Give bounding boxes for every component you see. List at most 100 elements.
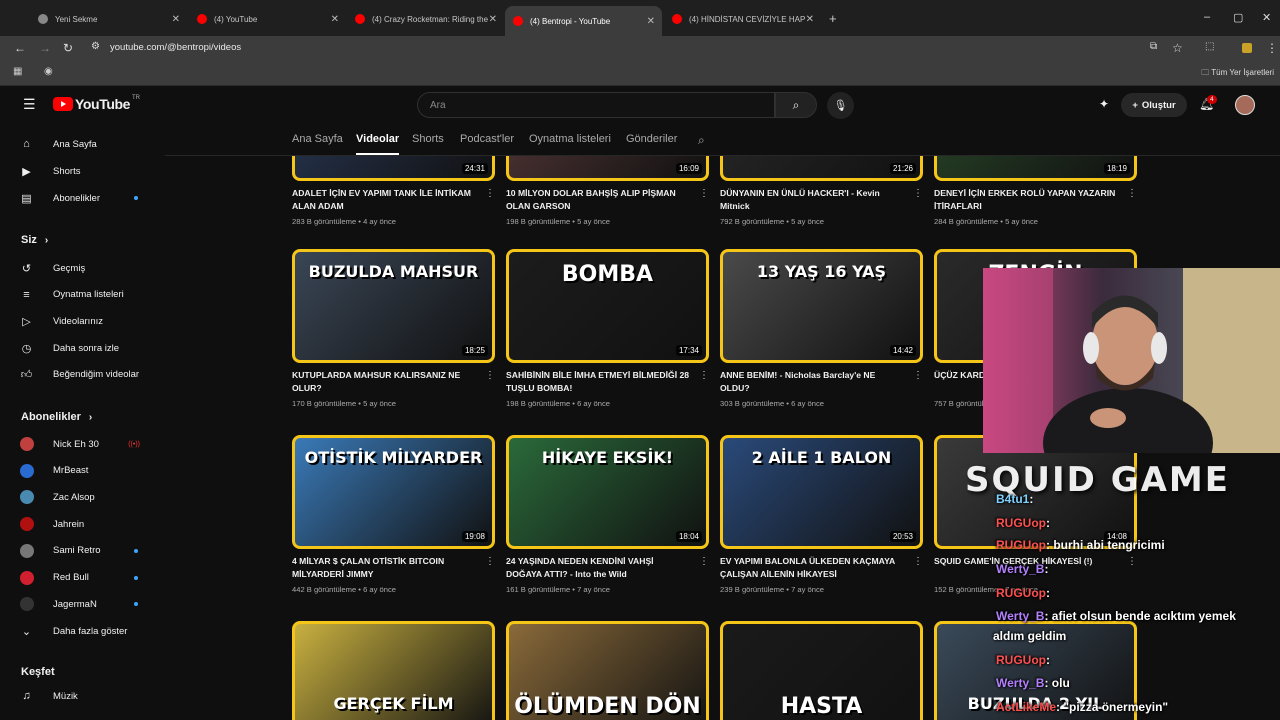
more-options-icon[interactable]: ⋮ [913, 556, 923, 567]
more-options-icon[interactable]: ⋮ [485, 556, 495, 567]
apps-icon[interactable]: ▦ [13, 66, 22, 77]
sidebar-subscription[interactable]: Zac Alsop [20, 487, 150, 507]
browser-tab[interactable]: (4) YouTube ✕ [189, 8, 346, 30]
sidebar-subscription[interactable]: JagermaN [20, 594, 150, 614]
voice-search-button[interactable]: 🎙 [827, 92, 854, 119]
profile-icon[interactable] [1242, 43, 1252, 53]
video-title[interactable]: ANNE BENİM! - Nicholas Barclay'e NE OLDU… [720, 369, 905, 395]
video-thumbnail[interactable]: 18:19 [934, 156, 1137, 181]
minimize-icon[interactable]: – [1204, 11, 1210, 23]
tab-shorts[interactable]: Shorts [412, 133, 444, 145]
sidebar-subscription[interactable]: Nick Eh 30 ((•)) [20, 434, 150, 454]
sidebar-item-history[interactable]: ↺ Geçmiş [20, 258, 150, 278]
browser-tab[interactable]: (4) Crazy Rocketman: Riding the ✕ [347, 8, 504, 30]
video-title[interactable]: DÜNYANIN EN ÜNLÜ HACKER'I - Kevin Mitnic… [720, 187, 905, 213]
sidebar-item-music[interactable]: ♫ Müzik [20, 686, 150, 706]
site-info-icon[interactable]: ⚙ [91, 41, 100, 52]
more-options-icon[interactable]: ⋮ [699, 188, 709, 199]
video-thumbnail[interactable]: BOMBA 17:34 [506, 249, 709, 363]
section-you[interactable]: Siz › [21, 234, 48, 246]
search-button[interactable]: ⌕ [775, 92, 817, 118]
upload-age: 6 ay önce [577, 399, 610, 408]
browser-tab-bar: Yeni Sekme ✕ (4) YouTube ✕ (4) Crazy Rocketm… [0, 0, 1280, 38]
tab-title: (4) HİNDİSTAN CEVİZİYLE HAP [689, 14, 806, 24]
tab-g-nderiler[interactable]: Gönderiler [626, 133, 677, 145]
video-thumbnail[interactable]: 21:26 [720, 156, 923, 181]
bookmark-star-icon[interactable]: ☆ [1172, 41, 1183, 55]
section-subscriptions[interactable]: Abonelikler › [21, 411, 92, 423]
video-title[interactable]: EV YAPIMI BALONLA ÜLKEDEN KAÇMAYA ÇALIŞA… [720, 555, 905, 581]
video-thumbnail[interactable]: ÖLÜMDEN DÖN [506, 621, 709, 720]
close-icon[interactable]: ✕ [331, 14, 339, 25]
more-options-icon[interactable]: ⋮ [913, 370, 923, 381]
install-icon[interactable]: ⧉ [1150, 41, 1157, 52]
reload-icon[interactable]: ↻ [63, 41, 73, 55]
menu-icon[interactable]: ⋮ [1266, 41, 1278, 55]
sidebar-item-subscriptions[interactable]: ▤ Abonelikler [20, 188, 150, 208]
create-button[interactable]: + Oluştur [1121, 93, 1187, 117]
close-icon[interactable]: ✕ [647, 16, 655, 27]
tab-title: Yeni Sekme [55, 14, 98, 24]
video-title[interactable]: 24 YAŞINDA NEDEN KENDİNİ VAHŞİ DOĞAYA AT… [506, 555, 691, 581]
sidebar-item-shorts[interactable]: ▶ Shorts [20, 161, 150, 181]
sidebar-subscription[interactable]: Sami Retro [20, 541, 150, 561]
more-options-icon[interactable]: ⋮ [699, 370, 709, 381]
tab-ana-sayfa[interactable]: Ana Sayfa [292, 133, 343, 145]
more-options-icon[interactable]: ⋮ [485, 188, 495, 199]
tab-oynatma-listeleri[interactable]: Oynatma listeleri [529, 133, 611, 145]
video-thumbnail[interactable]: BUZULDA MAHSUR 18:25 [292, 249, 495, 363]
cast-icon[interactable]: ✦ [1099, 97, 1109, 111]
video-title[interactable]: DENEYİ İÇİN ERKEK ROLÜ YAPAN YAZARIN İTİ… [934, 187, 1119, 213]
more-options-icon[interactable]: ⋮ [913, 188, 923, 199]
sidebar-subscription[interactable]: MrBeast [20, 461, 150, 481]
show-more-button[interactable]: ⌄ Daha fazla göster [20, 621, 150, 641]
forward-icon[interactable]: → [39, 41, 51, 55]
video-title[interactable]: 10 MİLYON DOLAR BAHŞİŞ ALIP PİŞMAN OLAN … [506, 187, 691, 213]
sidebar-subscription[interactable]: Jahrein [20, 514, 150, 534]
hamburger-icon[interactable]: ☰ [23, 96, 36, 113]
video-title[interactable]: KUTUPLARDA MAHSUR KALIRSANIZ NE OLUR? [292, 369, 477, 395]
video-thumbnail[interactable]: 2 AİLE 1 BALON 20:53 [720, 435, 923, 549]
globe-icon[interactable]: ◉ [44, 66, 53, 77]
extensions-icon[interactable]: ⬚ [1205, 41, 1214, 52]
search-input[interactable]: Ara [417, 92, 775, 118]
close-icon[interactable]: ✕ [806, 14, 814, 25]
sidebar-item-watch-later[interactable]: ◷ Daha sonra izle [20, 338, 150, 358]
browser-tab[interactable]: Yeni Sekme ✕ [30, 8, 187, 30]
video-thumbnail[interactable]: 24:31 [292, 156, 495, 181]
new-tab-icon[interactable]: + [829, 11, 837, 26]
tab-podcast-ler[interactable]: Podcast'ler [460, 133, 514, 145]
avatar[interactable] [1235, 95, 1255, 115]
more-options-icon[interactable]: ⋮ [485, 370, 495, 381]
more-options-icon[interactable]: ⋮ [699, 556, 709, 567]
video-thumbnail[interactable]: HASTA [720, 621, 923, 720]
close-icon[interactable]: ✕ [172, 14, 180, 25]
video-title[interactable]: SAHİBİNİN BİLE İMHA ETMEYİ BİLMEDİĞİ 28 … [506, 369, 691, 395]
browser-tab[interactable]: (4) HİNDİSTAN CEVİZİYLE HAP ✕ [664, 8, 821, 30]
url-field[interactable]: youtube.com/@bentropi/videos [110, 42, 241, 53]
tab-videolar[interactable]: Videolar [356, 133, 400, 155]
sidebar-item-home[interactable]: ⌂ Ana Sayfa [20, 134, 150, 154]
close-icon[interactable]: ✕ [489, 14, 497, 25]
sidebar-item-like[interactable]: 👍︎ Beğendiğim videolar [20, 365, 150, 385]
channel-search-icon[interactable]: ⌕ [698, 133, 705, 148]
video-thumbnail[interactable]: 16:09 [506, 156, 709, 181]
more-options-icon[interactable]: ⋮ [1127, 188, 1137, 199]
video-thumbnail[interactable]: GERÇEK FİLM [292, 621, 495, 720]
video-thumbnail[interactable]: 13 YAŞ 16 YAŞ 14:42 [720, 249, 923, 363]
video-title[interactable]: ADALET İÇİN EV YAPIMI TANK İLE İNTİKAM A… [292, 187, 477, 213]
sidebar-item-playlist[interactable]: ≡ Oynatma listeleri [20, 285, 150, 305]
video-thumbnail[interactable]: OTİSTİK MİLYARDER 19:08 [292, 435, 495, 549]
chat-username: RUGUop [996, 538, 1046, 552]
all-bookmarks[interactable]: 🗀 Tüm Yer İşaretleri [1201, 67, 1274, 81]
maximize-icon[interactable]: ▢ [1233, 11, 1243, 24]
youtube-icon [355, 14, 365, 24]
browser-tab[interactable]: (4) Bentropi - YouTube ✕ [505, 6, 662, 36]
sidebar-item-your-videos[interactable]: ▷ Videolarınız [20, 311, 150, 331]
back-icon[interactable]: ← [14, 41, 26, 55]
sidebar-subscription[interactable]: Red Bull [20, 568, 150, 588]
youtube-logo[interactable]: YouTube TR [53, 95, 140, 112]
video-title[interactable]: 4 MİLYAR $ ÇALAN OTİSTİK BITCOIN MİLYARD… [292, 555, 477, 581]
close-window-icon[interactable]: ✕ [1262, 11, 1271, 24]
video-thumbnail[interactable]: HİKAYE EKSİK! 18:04 [506, 435, 709, 549]
